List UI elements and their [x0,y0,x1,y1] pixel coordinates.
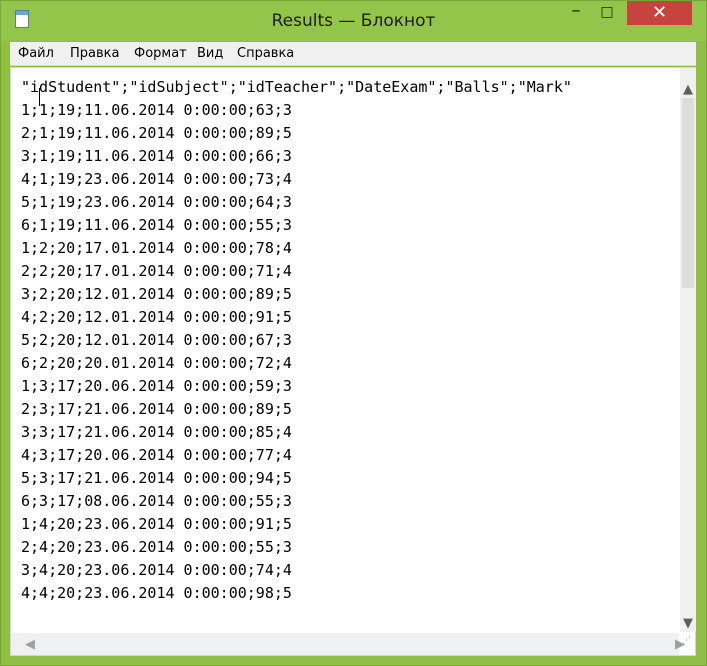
vertical-scroll-thumb[interactable] [682,98,694,288]
text-line: 3;4;20;23.06.2014 0:00:00;74;4 [21,561,292,579]
close-button[interactable]: ✕ [627,1,692,25]
text-line: 2;4;20;23.06.2014 0:00:00;55;3 [21,538,292,556]
text-line: 4;2;20;12.01.2014 0:00:00;91;5 [21,308,292,326]
text-line: 3;1;19;11.06.2014 0:00:00;66;3 [21,147,292,165]
minimize-button[interactable]: – [561,1,591,23]
text-area[interactable]: "idStudent";"idSubject";"idTeacher";"Dat… [11,68,679,632]
scroll-left-icon[interactable]: ◀ [25,637,35,652]
text-line: 1;4;20;23.06.2014 0:00:00;91;5 [21,515,292,533]
title-bar[interactable]: Results — Блокнот – □ ✕ [1,1,706,41]
text-line: 5;3;17;21.06.2014 0:00:00;94;5 [21,469,292,487]
text-line: 4;3;17;20.06.2014 0:00:00;77;4 [21,446,292,464]
text-line: 5;2;20;12.01.2014 0:00:00;67;3 [21,331,292,349]
menu-view[interactable]: Вид [197,46,223,61]
text-line: 2;1;19;11.06.2014 0:00:00;89;5 [21,124,292,142]
editor: "idStudent";"idSubject";"idTeacher";"Dat… [10,67,696,656]
notepad-window: Results — Блокнот – □ ✕ Файл Правка Форм… [0,0,707,666]
scroll-down-icon[interactable]: ▼ [680,616,696,631]
text-line: 6;1;19;11.06.2014 0:00:00;55;3 [21,216,292,234]
menu-bar: Файл Правка Формат Вид Справка [10,42,696,66]
text-line: 3;3;17;21.06.2014 0:00:00;85;4 [21,423,292,441]
text-line: 2;2;20;17.01.2014 0:00:00;71;4 [21,262,292,280]
text-line: 1;2;20;17.01.2014 0:00:00;78;4 [21,239,292,257]
menu-file[interactable]: Файл [18,46,54,61]
text-line: 2;3;17;21.06.2014 0:00:00;89;5 [21,400,292,418]
text-line: 6;2;20;20.01.2014 0:00:00;72;4 [21,354,292,372]
text-line: 3;2;20;12.01.2014 0:00:00;89;5 [21,285,292,303]
text-line: 1;3;17;20.06.2014 0:00:00;59;3 [21,377,292,395]
menu-edit[interactable]: Правка [70,46,119,61]
text-line: 1;1;19;11.06.2014 0:00:00;63;3 [21,101,292,119]
text-line: 6;3;17;08.06.2014 0:00:00;55;3 [21,492,292,510]
resize-grip-icon[interactable]: ⋰ [682,636,694,648]
text-line: 4;1;19;23.06.2014 0:00:00;73;4 [21,170,292,188]
vertical-scrollbar[interactable]: ▲ ▼ [680,68,696,632]
text-line: 5;1;19;23.06.2014 0:00:00;64;3 [21,193,292,211]
text-line: "idStudent";"idSubject";"idTeacher";"Dat… [21,78,572,96]
scroll-up-icon[interactable]: ▲ [680,82,696,97]
maximize-button[interactable]: □ [591,1,623,23]
menu-format[interactable]: Формат [134,46,187,61]
menu-help[interactable]: Справка [237,46,294,61]
text-line: 4;4;20;23.06.2014 0:00:00;98;5 [21,584,292,602]
horizontal-scrollbar[interactable]: ◀ ▶ [11,633,685,655]
